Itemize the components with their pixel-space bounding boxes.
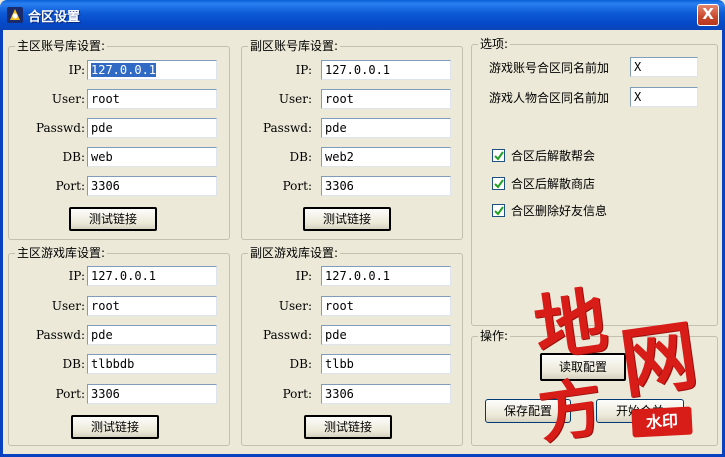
group-title: 选项: <box>478 36 511 52</box>
sub-game-port-input[interactable]: 3306 <box>321 384 451 404</box>
user-label: User: <box>51 299 85 313</box>
read-config-button[interactable]: 读取配置 <box>540 353 626 381</box>
main-game-db-input[interactable]: tlbbdb <box>87 354 217 374</box>
main-account-db-input[interactable]: web <box>87 147 217 167</box>
checkbox-box[interactable] <box>492 149 505 162</box>
main-account-user-input[interactable]: root <box>87 89 217 109</box>
sub-account-port-input[interactable]: 3306 <box>321 176 451 196</box>
main-account-port-input[interactable]: 3306 <box>87 176 217 196</box>
sub-game-db-group: 副区游戏库设置: IP: 127.0.0.1 User: root Passwd… <box>241 245 463 446</box>
group-title: 主区游戏库设置: <box>15 245 108 261</box>
port-label: Port: <box>55 179 85 193</box>
role-prefix-label: 游戏人物合区同名前加 <box>489 91 610 105</box>
user-label: User: <box>278 92 312 106</box>
checkbox-box[interactable] <box>492 177 505 190</box>
user-label: User: <box>51 92 85 106</box>
ip-label: IP: <box>295 269 312 283</box>
app-icon <box>7 7 23 23</box>
main-account-db-group: 主区账号库设置: IP: 127.0.0.1 User: root Passwd… <box>8 38 230 240</box>
disband-guild-checkbox[interactable]: 合区后解散帮会 <box>492 147 622 163</box>
window-frame-left <box>0 30 3 457</box>
ip-label: IP: <box>68 63 85 77</box>
disband-shop-checkbox[interactable]: 合区后解散商店 <box>492 175 622 191</box>
sub-game-user-input[interactable]: root <box>321 296 451 316</box>
checkbox-label: 合区后解散帮会 <box>511 149 596 163</box>
group-title: 副区账号库设置: <box>248 38 341 54</box>
passwd-label: Passwd: <box>35 328 85 342</box>
check-icon <box>494 179 504 189</box>
port-label: Port: <box>55 387 85 401</box>
port-label: Port: <box>282 387 312 401</box>
check-icon <box>494 206 504 216</box>
window-title: 合区设置 <box>28 10 81 25</box>
start-merge-button[interactable]: 开始合并 <box>596 399 684 423</box>
db-label: DB: <box>289 150 312 164</box>
passwd-label: Passwd: <box>262 328 312 342</box>
ip-label: IP: <box>295 63 312 77</box>
options-group: 选项: 游戏账号合区同名前加 X 游戏人物合区同名前加 X 合区后解散帮会 合区… <box>471 36 718 326</box>
close-button[interactable]: X <box>697 4 719 26</box>
db-label: DB: <box>62 150 85 164</box>
save-config-button[interactable]: 保存配置 <box>485 399 571 423</box>
sub-game-ip-input[interactable]: 127.0.0.1 <box>321 266 451 286</box>
sub-account-passwd-input[interactable]: pde <box>321 118 451 138</box>
checkbox-box[interactable] <box>492 204 505 217</box>
close-icon: X <box>702 5 714 23</box>
main-game-test-button[interactable]: 测试链接 <box>71 415 159 439</box>
sub-game-db-input[interactable]: tlbb <box>321 354 451 374</box>
port-label: Port: <box>282 179 312 193</box>
ip-label: IP: <box>68 269 85 283</box>
main-game-port-input[interactable]: 3306 <box>87 384 217 404</box>
sub-game-test-button[interactable]: 测试链接 <box>304 415 392 439</box>
sub-game-passwd-input[interactable]: pde <box>321 325 451 345</box>
account-prefix-input[interactable]: X <box>630 57 698 77</box>
group-title: 主区账号库设置: <box>15 38 108 54</box>
group-title: 操作: <box>478 328 511 344</box>
group-title: 副区游戏库设置: <box>248 245 341 261</box>
main-game-passwd-input[interactable]: pde <box>87 325 217 345</box>
main-game-user-input[interactable]: root <box>87 296 217 316</box>
checkbox-label: 合区后解散商店 <box>511 177 596 191</box>
main-account-passwd-input[interactable]: pde <box>87 118 217 138</box>
sub-account-user-input[interactable]: root <box>321 89 451 109</box>
delete-friends-checkbox[interactable]: 合区删除好友信息 <box>492 202 632 218</box>
sub-account-test-button[interactable]: 测试链接 <box>303 207 391 231</box>
check-icon <box>494 151 504 161</box>
sub-account-ip-input[interactable]: 127.0.0.1 <box>321 60 451 80</box>
main-game-db-group: 主区游戏库设置: IP: 127.0.0.1 User: root Passwd… <box>8 245 230 446</box>
sub-account-db-group: 副区账号库设置: IP: 127.0.0.1 User: root Passwd… <box>241 38 463 240</box>
passwd-label: Passwd: <box>262 121 312 135</box>
account-prefix-label: 游戏账号合区同名前加 <box>489 61 610 75</box>
role-prefix-input[interactable]: X <box>630 87 698 107</box>
title-bar[interactable]: 合区设置 X <box>0 0 725 30</box>
operations-group: 操作: 读取配置 保存配置 开始合并 <box>471 328 718 446</box>
main-account-test-button[interactable]: 测试链接 <box>69 207 157 231</box>
db-label: DB: <box>289 357 312 371</box>
checkbox-label: 合区删除好友信息 <box>511 204 608 218</box>
user-label: User: <box>278 299 312 313</box>
sub-account-db-input[interactable]: web2 <box>321 147 451 167</box>
main-account-ip-input[interactable]: 127.0.0.1 <box>87 60 217 80</box>
passwd-label: Passwd: <box>35 121 85 135</box>
db-label: DB: <box>62 357 85 371</box>
main-game-ip-input[interactable]: 127.0.0.1 <box>87 266 217 286</box>
